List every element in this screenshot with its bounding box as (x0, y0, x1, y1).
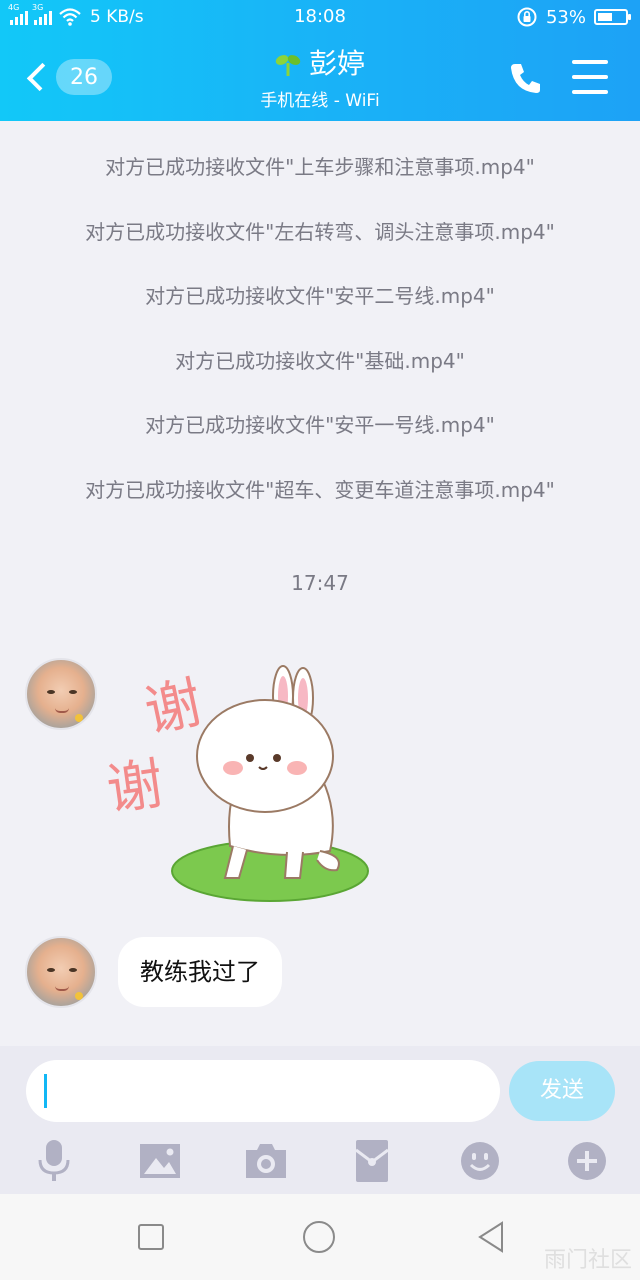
thanks-bunny-sticker[interactable]: 谢 谢 (105, 646, 375, 916)
system-navigation-bar: 雨门社区 (0, 1194, 640, 1280)
contact-title[interactable]: 彭婷 手机在线 - WiFi (170, 46, 470, 111)
message-list[interactable]: 对方已成功接收文件"上车步骤和注意事项.mp4" 对方已成功接收文件"左右转弯、… (0, 121, 640, 1046)
watermark: 雨门社区 (543, 1248, 632, 1273)
message-bubble[interactable]: 教练我过了 (118, 937, 282, 1007)
system-message: 对方已成功接收文件"上车步骤和注意事项.mp4" (105, 155, 535, 179)
image-icon[interactable] (136, 1138, 184, 1184)
status-bar: 4G 3G 5 KB/s 18:08 53% (0, 0, 640, 34)
sticker-text: 谢 (139, 670, 207, 745)
send-button[interactable]: 发送 (509, 1061, 615, 1121)
online-status: 手机在线 - WiFi (260, 91, 380, 111)
unread-badge: 26 (56, 59, 112, 95)
contact-name: 彭婷 (308, 47, 365, 80)
sprout-icon (275, 55, 301, 76)
title-bar: 26 彭婷 手机在线 - WiFi (0, 34, 640, 121)
plus-icon[interactable] (563, 1138, 611, 1184)
recents-button[interactable] (134, 1220, 168, 1254)
red-packet-icon[interactable] (348, 1138, 396, 1184)
message-timestamp: 17:47 (291, 571, 349, 595)
message-input[interactable] (26, 1060, 500, 1122)
sticker-text: 谢 (105, 751, 167, 823)
system-message: 对方已成功接收文件"左右转弯、调头注意事项.mp4" (85, 220, 555, 244)
back-button[interactable]: 26 (24, 56, 112, 98)
system-message: 对方已成功接收文件"超车、变更车道注意事项.mp4" (85, 478, 555, 502)
system-message: 对方已成功接收文件"基础.mp4" (175, 349, 465, 373)
home-button[interactable] (302, 1220, 336, 1254)
top-bar: 4G 3G 5 KB/s 18:08 53% 26 彭婷 手机在线 - WiFi (0, 0, 640, 121)
emoji-icon[interactable] (456, 1138, 504, 1184)
battery-percent: 53% (545, 6, 586, 28)
text-cursor (44, 1074, 47, 1108)
camera-icon[interactable] (242, 1138, 290, 1184)
avatar[interactable] (25, 936, 97, 1008)
rotation-lock-icon (517, 7, 537, 27)
system-message: 对方已成功接收文件"安平二号线.mp4" (145, 284, 495, 308)
input-area: 发送 (0, 1046, 640, 1194)
menu-icon[interactable] (572, 60, 608, 94)
mic-icon[interactable] (30, 1138, 78, 1184)
battery-icon (594, 9, 631, 25)
chevron-left-icon (26, 62, 56, 92)
avatar[interactable] (25, 658, 97, 730)
back-nav-button[interactable] (474, 1220, 508, 1254)
system-message: 对方已成功接收文件"安平一号线.mp4" (145, 413, 495, 437)
phone-icon[interactable] (506, 58, 546, 98)
input-toolbar (0, 1138, 640, 1184)
